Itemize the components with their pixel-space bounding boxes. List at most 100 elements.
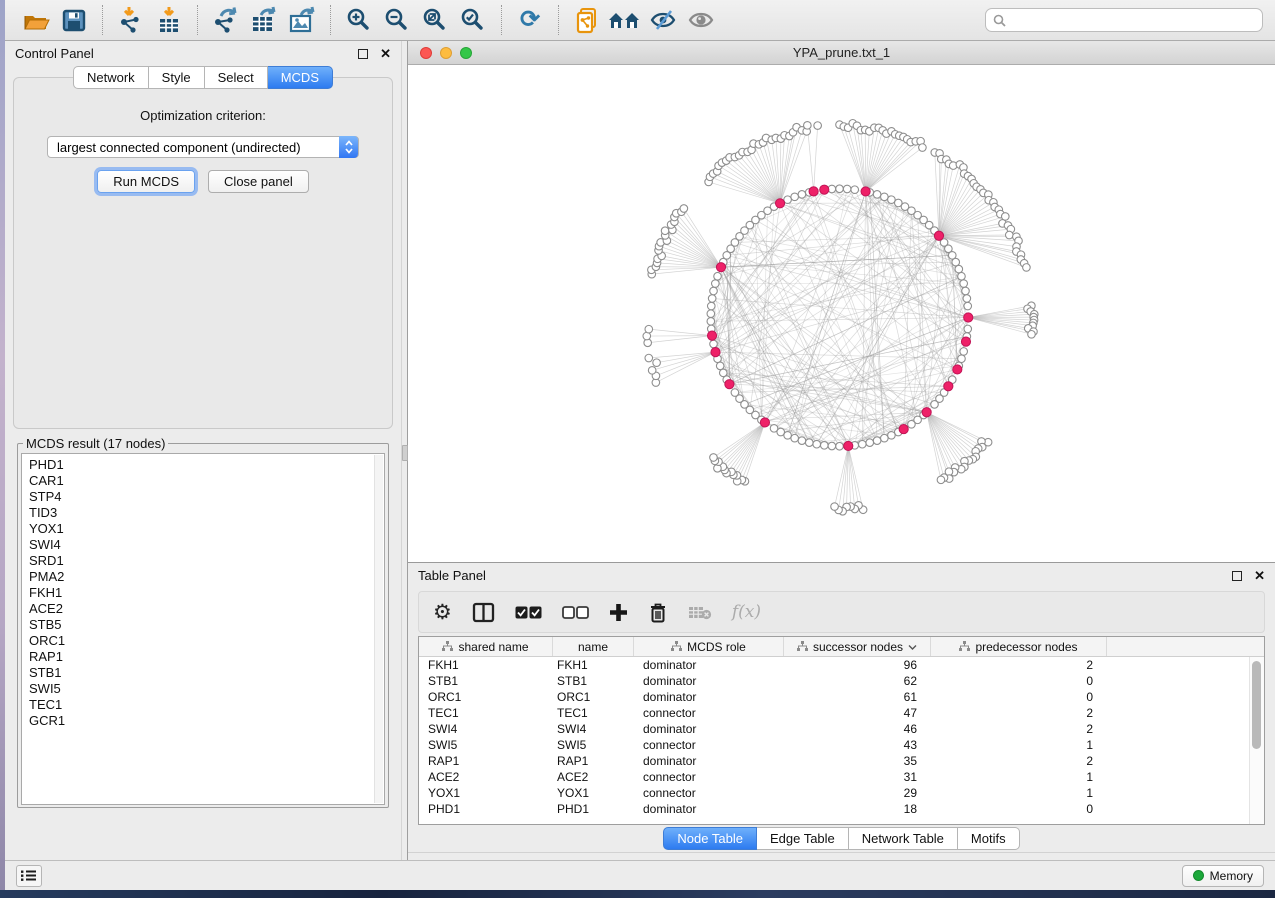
memory-button[interactable]: Memory [1182,865,1264,887]
search-input[interactable] [1011,13,1255,27]
leaf-node[interactable] [919,144,927,152]
tab-motifs[interactable]: Motifs [958,827,1020,850]
network-node[interactable] [881,193,889,201]
table-cell[interactable]: 1 [931,770,1107,784]
network-node[interactable] [820,442,828,450]
mcds-result-item[interactable]: SRD1 [29,553,384,569]
zoom-fit-button[interactable] [416,3,454,37]
leaf-node[interactable] [804,122,812,130]
import-network-button[interactable] [112,3,150,37]
mcds-result-item[interactable]: CAR1 [29,473,384,489]
close-panel-button[interactable]: Close panel [208,170,309,193]
network-node[interactable] [958,272,966,280]
network-node[interactable] [888,432,896,440]
zoom-in-button[interactable] [340,3,378,37]
dominator-node[interactable] [820,185,829,194]
table-row[interactable]: FKH1FKH1dominator962 [419,657,1264,673]
zoom-out-button[interactable] [378,3,416,37]
mcds-result-item[interactable]: GCR1 [29,713,384,729]
dominator-node[interactable] [899,425,908,434]
table-cell[interactable]: 29 [784,786,931,800]
table-settings-button[interactable]: ⚙ [433,602,452,623]
table-cell[interactable]: 62 [784,674,931,688]
leaf-node[interactable] [937,476,945,484]
column-header-successor-nodes[interactable]: successor nodes [784,637,931,656]
network-node[interactable] [708,295,716,303]
table-cell[interactable]: connector [634,738,784,752]
delete-columns-button[interactable] [648,602,668,623]
table-cell[interactable]: YOX1 [419,786,553,800]
column-header-name[interactable]: name [553,637,634,656]
dominator-node[interactable] [953,365,962,374]
run-mcds-button[interactable]: Run MCDS [97,170,195,193]
tab-style[interactable]: Style [149,66,205,89]
table-cell[interactable]: 2 [931,658,1107,672]
tab-edge-table[interactable]: Edge Table [757,827,849,850]
leaf-node[interactable] [648,367,656,375]
network-node[interactable] [908,420,916,428]
leaf-node[interactable] [1023,264,1031,272]
close-table-panel-icon[interactable]: ✕ [1254,569,1265,582]
mcds-list-scrollbar[interactable] [374,455,383,803]
table-cell[interactable]: 46 [784,722,931,736]
table-cell[interactable]: PHD1 [553,802,634,816]
table-cell[interactable]: ACE2 [419,770,553,784]
column-header-predecessor-nodes[interactable]: predecessor nodes [931,637,1107,656]
network-node[interactable] [873,191,881,199]
mcds-result-item[interactable]: RAP1 [29,649,384,665]
network-node[interactable] [731,389,739,397]
mcds-result-list[interactable]: PHD1CAR1STP4TID3YOX1SWI4SRD1PMA2FKH1ACE2… [21,453,385,805]
network-node[interactable] [798,437,806,445]
table-cell[interactable]: SWI4 [419,722,553,736]
network-node[interactable] [805,439,813,447]
table-cell[interactable]: 47 [784,706,931,720]
table-scrollbar[interactable] [1249,657,1264,824]
close-panel-icon[interactable]: ✕ [380,47,391,60]
table-cell[interactable]: 0 [931,690,1107,704]
network-node[interactable] [964,325,972,333]
export-web-button[interactable] [568,3,606,37]
table-cell[interactable]: 0 [931,674,1107,688]
export-network-button[interactable] [207,3,245,37]
import-table-button[interactable] [150,3,188,37]
table-cell[interactable]: 35 [784,754,931,768]
network-node[interactable] [858,440,866,448]
table-row[interactable]: STB1STB1dominator620 [419,673,1264,689]
tab-network-table[interactable]: Network Table [849,827,958,850]
table-cell[interactable]: SWI5 [419,738,553,752]
network-canvas[interactable] [408,65,1275,562]
mcds-result-item[interactable]: FKH1 [29,585,384,601]
dominator-node[interactable] [711,348,720,357]
dominator-node[interactable] [716,263,725,272]
table-cell[interactable]: dominator [634,802,784,816]
mcds-result-item[interactable]: YOX1 [29,521,384,537]
table-row[interactable]: RAP1RAP1dominator352 [419,753,1264,769]
save-session-button[interactable] [55,3,93,37]
table-cell[interactable]: connector [634,770,784,784]
table-cell[interactable]: 1 [931,738,1107,752]
table-cell[interactable]: 0 [931,802,1107,816]
mcds-result-item[interactable]: PHD1 [29,457,384,473]
table-cell[interactable]: SWI5 [553,738,634,752]
table-cell[interactable]: dominator [634,754,784,768]
mcds-result-item[interactable]: TID3 [29,505,384,521]
leaf-node[interactable] [645,325,653,333]
table-cell[interactable]: TEC1 [553,706,634,720]
table-cell[interactable]: PHD1 [419,802,553,816]
network-node[interactable] [710,340,718,348]
table-cell[interactable]: 2 [931,754,1107,768]
network-node[interactable] [962,287,970,295]
tab-mcds[interactable]: MCDS [268,66,333,89]
table-cell[interactable]: FKH1 [419,658,553,672]
network-node[interactable] [791,193,799,201]
float-table-panel-icon[interactable] [1232,571,1242,581]
table-cell[interactable]: connector [634,786,784,800]
tab-select[interactable]: Select [205,66,268,89]
dominator-node[interactable] [809,187,818,196]
leaf-node[interactable] [1005,231,1013,239]
tab-node-table[interactable]: Node Table [663,827,757,850]
leaf-node[interactable] [645,354,653,362]
network-node[interactable] [714,272,722,280]
network-node[interactable] [712,280,720,288]
window-close-icon[interactable] [420,47,432,59]
